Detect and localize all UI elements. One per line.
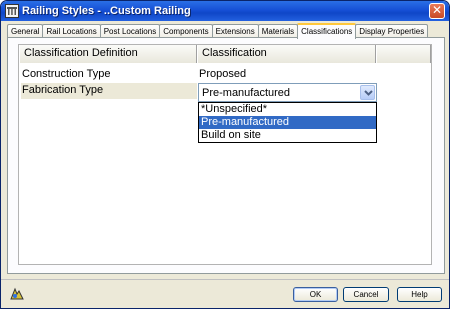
classification-cell[interactable]: Proposed bbox=[199, 67, 246, 83]
tab-components[interactable]: Components bbox=[159, 24, 213, 38]
tab-post-locations[interactable]: Post Locations bbox=[99, 24, 161, 38]
column-header-filler bbox=[376, 45, 431, 63]
fabrication-type-combobox[interactable]: Pre-manufactured bbox=[198, 83, 377, 102]
definition-cell: Construction Type bbox=[22, 68, 111, 80]
classification-grid: Classification Definition Classification… bbox=[18, 44, 432, 265]
column-header-classification[interactable]: Classification bbox=[197, 45, 376, 63]
tab-panel-classifications: Classification Definition Classification… bbox=[7, 37, 445, 274]
context-help-icon[interactable] bbox=[9, 287, 25, 301]
close-button[interactable]: ✕ bbox=[429, 3, 445, 19]
ok-button[interactable]: OK bbox=[293, 287, 338, 302]
combobox-value: Pre-manufactured bbox=[202, 87, 291, 99]
classification-dropdown-list: *Unspecified* Pre-manufactured Build on … bbox=[198, 102, 377, 143]
window-title: Railing Styles - ..Custom Railing bbox=[22, 5, 191, 17]
dropdown-button[interactable] bbox=[360, 85, 375, 100]
tab-display-properties[interactable]: Display Properties bbox=[355, 24, 429, 38]
dropdown-option-pre-manufactured[interactable]: Pre-manufactured bbox=[199, 116, 376, 129]
dropdown-option-unspecified[interactable]: *Unspecified* bbox=[199, 103, 376, 116]
tab-rail-locations[interactable]: Rail Locations bbox=[42, 24, 101, 38]
tab-classifications[interactable]: Classifications bbox=[297, 23, 357, 39]
column-header-definition[interactable]: Classification Definition bbox=[19, 45, 197, 63]
dropdown-option-build-on-site[interactable]: Build on site bbox=[199, 129, 376, 142]
title-bar[interactable]: Railing Styles - ..Custom Railing ✕ bbox=[1, 1, 449, 21]
tab-extensions[interactable]: Extensions bbox=[211, 24, 259, 38]
tab-materials[interactable]: Materials bbox=[257, 24, 299, 38]
cancel-button[interactable]: Cancel bbox=[343, 287, 389, 302]
railing-styles-dialog: Railing Styles - ..Custom Railing ✕ Gene… bbox=[0, 0, 450, 309]
help-button[interactable]: Help bbox=[397, 287, 442, 302]
close-icon: ✕ bbox=[431, 3, 443, 17]
tab-general[interactable]: General bbox=[7, 24, 44, 38]
chevron-down-icon bbox=[364, 90, 373, 96]
dialog-footer: OK Cancel Help bbox=[1, 279, 449, 308]
tab-strip: General Rail Locations Post Locations Co… bbox=[7, 23, 429, 39]
definition-cell: Fabrication Type bbox=[21, 83, 197, 99]
table-row[interactable]: Fabrication Type Pre-manufactured bbox=[19, 83, 431, 102]
grid-header: Classification Definition Classification bbox=[19, 45, 431, 63]
railing-style-icon bbox=[5, 4, 19, 18]
table-row[interactable]: Construction Type Proposed bbox=[19, 67, 431, 83]
